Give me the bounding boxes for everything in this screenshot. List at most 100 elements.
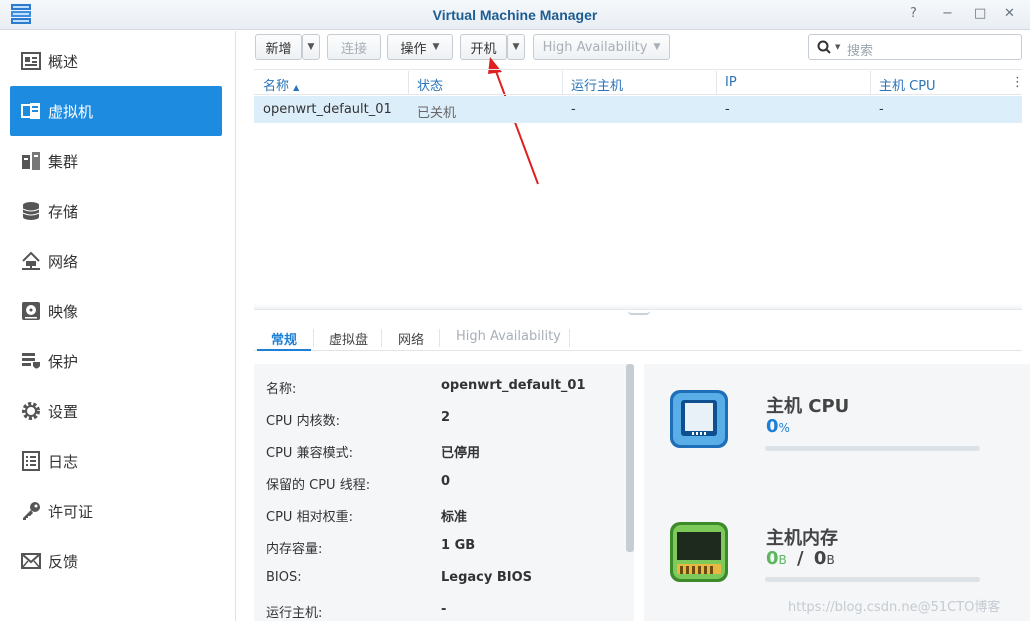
sidebar-item-overview[interactable]: 概述 bbox=[10, 36, 222, 86]
maximize-icon[interactable]: □ bbox=[974, 6, 986, 21]
sidebar-item-label: 保护 bbox=[48, 352, 79, 371]
license-key-icon bbox=[20, 500, 42, 522]
sidebar-item-cluster[interactable]: 集群 bbox=[10, 136, 222, 186]
vm-cpu-cell: - bbox=[879, 102, 884, 117]
table-row[interactable]: openwrt_default_01 已关机 - - - bbox=[254, 96, 1022, 123]
search-placeholder: 搜索 bbox=[847, 44, 874, 59]
detail-value: 1 GB bbox=[441, 538, 476, 553]
title-bar: Virtual Machine Manager ? − □ ✕ bbox=[0, 0, 1030, 30]
sidebar-item-label: 设置 bbox=[48, 402, 79, 421]
chevron-down-icon: ▼ bbox=[835, 43, 841, 51]
protection-icon bbox=[20, 350, 42, 372]
vm-details-panel: 名称: openwrt_default_01 CPU 内核数: 2 CPU 兼容… bbox=[254, 364, 634, 621]
column-header-name[interactable]: 名称 ▲ bbox=[263, 75, 299, 94]
chevron-down-icon: ▼ bbox=[653, 42, 661, 52]
search-input[interactable]: ▼ 搜索 bbox=[808, 34, 1022, 60]
panel-splitter[interactable] bbox=[254, 304, 1022, 310]
minimize-icon[interactable]: − bbox=[942, 6, 953, 21]
action-button[interactable]: 操作 ▼ bbox=[387, 34, 453, 60]
vm-name-cell: openwrt_default_01 bbox=[263, 102, 392, 117]
column-header-status[interactable]: 状态 bbox=[417, 75, 443, 94]
sidebar-item-label: 映像 bbox=[48, 302, 79, 321]
detail-key: CPU 相对权重: bbox=[266, 510, 353, 525]
new-dropdown-button[interactable]: ▼ bbox=[302, 34, 320, 60]
vm-host-cell: - bbox=[571, 102, 576, 117]
window-title: Virtual Machine Manager bbox=[432, 7, 598, 23]
sidebar-item-label: 概述 bbox=[48, 52, 79, 71]
tab-high-availability[interactable]: High Availability bbox=[456, 329, 561, 344]
sidebar-item-settings[interactable]: 设置 bbox=[10, 386, 222, 436]
cpu-usage-bar bbox=[765, 446, 980, 451]
help-icon[interactable]: ? bbox=[910, 6, 917, 21]
chevron-down-icon: ▼ bbox=[512, 42, 520, 52]
column-header-ip[interactable]: IP bbox=[725, 75, 737, 90]
connect-button[interactable]: 连接 bbox=[327, 34, 381, 60]
sidebar-item-protection[interactable]: 保护 bbox=[10, 336, 222, 386]
close-icon[interactable]: ✕ bbox=[1004, 6, 1015, 21]
sidebar-item-label: 虚拟机 bbox=[48, 102, 94, 121]
sidebar: 概述 虚拟机 集群 存储 网络 映像 保护 设置 日志 许可证 反馈 bbox=[0, 31, 236, 621]
cluster-icon bbox=[20, 150, 42, 172]
vm-status-cell: 已关机 bbox=[417, 106, 457, 121]
details-scrollbar[interactable] bbox=[626, 364, 634, 552]
cpu-gauge-title: 主机 CPU bbox=[766, 396, 850, 417]
memory-usage-bar bbox=[765, 577, 980, 582]
search-icon bbox=[817, 40, 831, 54]
detail-key: BIOS: bbox=[266, 570, 302, 585]
sidebar-item-label: 许可证 bbox=[48, 502, 94, 521]
tab-network[interactable]: 网络 bbox=[398, 329, 424, 348]
chevron-down-icon: ▼ bbox=[432, 42, 440, 52]
sidebar-item-virtual-machine[interactable]: 虚拟机 bbox=[10, 86, 222, 136]
sidebar-item-label: 日志 bbox=[48, 452, 79, 471]
sidebar-item-label: 存储 bbox=[48, 202, 79, 221]
sidebar-item-log[interactable]: 日志 bbox=[10, 436, 222, 486]
cpu-gauge-value: 0% bbox=[766, 416, 790, 437]
image-icon bbox=[20, 300, 42, 322]
new-button[interactable]: 新增 bbox=[255, 34, 302, 60]
sidebar-item-image[interactable]: 映像 bbox=[10, 286, 222, 336]
sidebar-item-label: 反馈 bbox=[48, 552, 79, 571]
tab-general[interactable]: 常规 bbox=[271, 329, 297, 348]
detail-value: 0 bbox=[441, 474, 451, 489]
detail-value: Legacy BIOS bbox=[441, 570, 533, 585]
sidebar-item-license[interactable]: 许可证 bbox=[10, 486, 222, 536]
overview-icon bbox=[20, 50, 42, 72]
detail-tabs: 常规 虚拟盘 网络 High Availability bbox=[254, 323, 1022, 351]
sidebar-item-storage[interactable]: 存储 bbox=[10, 186, 222, 236]
detail-value: 标准 bbox=[441, 510, 468, 525]
sidebar-item-label: 集群 bbox=[48, 152, 79, 171]
detail-key: 保留的 CPU 线程: bbox=[266, 478, 371, 493]
sidebar-item-label: 网络 bbox=[48, 252, 79, 271]
virtual-machine-icon bbox=[20, 100, 42, 122]
sidebar-item-network[interactable]: 网络 bbox=[10, 236, 222, 286]
feedback-mail-icon bbox=[20, 550, 42, 572]
cpu-chip-icon bbox=[670, 390, 728, 448]
detail-key: CPU 内核数: bbox=[266, 414, 340, 429]
splitter-grip-icon[interactable] bbox=[628, 311, 650, 315]
network-icon bbox=[20, 250, 42, 272]
vm-ip-cell: - bbox=[725, 102, 730, 117]
sidebar-item-feedback[interactable]: 反馈 bbox=[10, 536, 222, 586]
column-header-cpu[interactable]: 主机 CPU bbox=[879, 75, 936, 94]
column-menu-icon[interactable]: ⋮ bbox=[1011, 75, 1024, 90]
detail-value: - bbox=[441, 602, 447, 617]
host-usage-panel: 主机 CPU 0% 主机内存 0B / 0B bbox=[644, 364, 1030, 621]
detail-key: 名称: bbox=[266, 382, 297, 397]
detail-key: CPU 兼容模式: bbox=[266, 446, 353, 461]
detail-key: 运行主机: bbox=[266, 606, 323, 621]
gear-icon bbox=[20, 400, 42, 422]
tab-virtual-disk[interactable]: 虚拟盘 bbox=[329, 329, 368, 348]
watermark-text: https://blog.csdn.ne@51CTO博客 bbox=[788, 600, 1001, 615]
memory-gauge-value: 0B / 0B bbox=[766, 548, 835, 569]
log-icon bbox=[20, 450, 42, 472]
column-header-host[interactable]: 运行主机 bbox=[571, 75, 623, 94]
storage-icon bbox=[20, 200, 42, 222]
detail-value: 已停用 bbox=[441, 446, 481, 461]
detail-key: 内存容量: bbox=[266, 542, 323, 557]
detail-value: openwrt_default_01 bbox=[441, 378, 586, 393]
active-tab-indicator bbox=[257, 349, 311, 351]
chevron-down-icon: ▼ bbox=[307, 42, 315, 52]
vm-table-header: 名称 ▲ 状态 运行主机 IP 主机 CPU ⋮ bbox=[254, 69, 1024, 95]
high-availability-button[interactable]: High Availability ▼ bbox=[533, 34, 670, 60]
memory-gauge-title: 主机内存 bbox=[766, 528, 838, 549]
